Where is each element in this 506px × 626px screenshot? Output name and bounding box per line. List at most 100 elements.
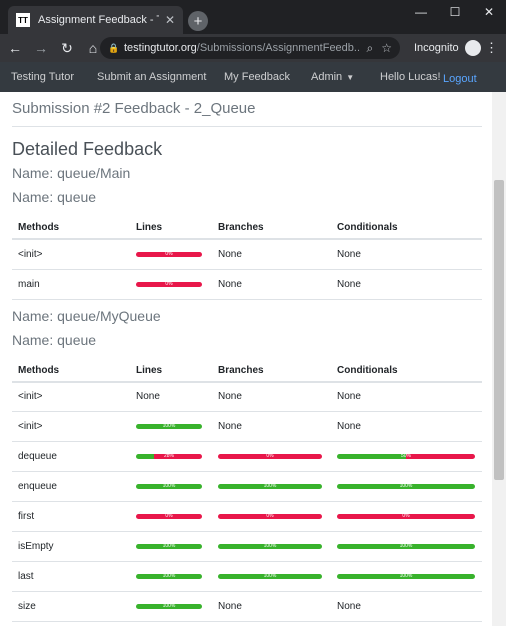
column-header-methods: Methods — [12, 359, 130, 383]
cell-lines: 100% — [130, 411, 212, 442]
nav-submit-assignment[interactable]: Submit an Assignment — [97, 71, 206, 83]
caret-down-icon: ▼ — [346, 73, 355, 82]
coverage-bar-lines: 0% — [136, 514, 202, 519]
coverage-bar-branches: 100% — [218, 574, 322, 579]
scrollbar[interactable] — [492, 92, 506, 626]
coverage-bar-lines: 100% — [136, 574, 202, 579]
coverage-percent: 100% — [263, 574, 277, 579]
coverage-table: Methods Lines Branches Conditionals <init> No… — [12, 359, 482, 622]
cell-branches: None — [212, 239, 331, 270]
browser-tab-bar: TT Assignment Feedback - Testing T ✕ + —… — [0, 0, 506, 34]
table-row: isEmpty 100% 100% 100% — [12, 531, 482, 562]
star-icon[interactable]: ☆ — [381, 41, 392, 55]
forward-icon[interactable]: → — [30, 37, 52, 59]
cell-conditionals: None — [331, 381, 482, 412]
nav-admin-label: Admin — [311, 71, 343, 83]
cell-branches: None — [212, 381, 331, 412]
method-name: last — [12, 561, 130, 592]
method-name: first — [12, 501, 130, 532]
maximize-icon[interactable]: ☐ — [438, 0, 472, 24]
coverage-percent: 0% — [266, 514, 274, 519]
coverage-bar-lines: 0% — [136, 251, 202, 257]
menu-icon[interactable]: ⋮ — [485, 40, 498, 56]
window-close-icon[interactable]: ✕ — [472, 0, 506, 24]
table-row: dequeue 28% 0% 50% — [12, 441, 482, 472]
zoom-icon[interactable]: ⌕ — [367, 41, 374, 56]
close-icon[interactable]: ✕ — [165, 13, 175, 27]
cell-conditionals: None — [331, 269, 482, 300]
coverage-percent: 100% — [162, 424, 176, 429]
cell-lines: 100% — [130, 561, 212, 592]
cell-branches: 100% — [212, 531, 331, 562]
coverage-percent: 50% — [400, 454, 411, 459]
coverage-table-body: <init> 0% None None main 0% None None — [12, 239, 482, 300]
coverage-table-head: Methods Lines Branches Conditionals — [12, 217, 482, 240]
cell-conditionals: 100% — [331, 471, 482, 502]
coverage-percent: 100% — [263, 544, 277, 549]
url-path: /Submissions/AssignmentFeedb... — [196, 42, 359, 54]
nav-brand[interactable]: Testing Tutor — [11, 71, 74, 83]
nav-logout[interactable]: Logout — [443, 73, 477, 85]
class-name: Name: queue — [12, 331, 97, 348]
cell-conditionals: 100% — [331, 531, 482, 562]
cell-branches: 100% — [212, 471, 331, 502]
coverage-percent: 0% — [266, 454, 274, 459]
coverage-bar-lines: 100% — [136, 544, 202, 549]
coverage-percent: 100% — [399, 574, 413, 579]
table-row: enqueue 100% 100% 100% — [12, 471, 482, 502]
nav-admin-dropdown[interactable]: Admin ▼ — [311, 71, 354, 83]
coverage-table: Methods Lines Branches Conditionals <init> 0%… — [12, 217, 482, 300]
divider — [12, 126, 482, 127]
class-file-name: Name: queue/MyQueue — [12, 307, 161, 324]
detailed-feedback-heading: Detailed Feedback — [12, 139, 163, 159]
new-tab-button[interactable]: + — [188, 11, 208, 31]
header-row: Methods Lines Branches Conditionals — [12, 359, 482, 383]
main-content: Submission #2 Feedback - 2_Queue Detaile… — [0, 92, 492, 626]
coverage-bar-conditionals: 0% — [337, 514, 475, 519]
browser-toolbar: ← → ↻ ⌂ 🔒 testingtutor.org /Submissions/… — [0, 34, 506, 62]
submission-title: Submission #2 Feedback - 2_Queue — [12, 100, 256, 117]
column-header-conditionals: Conditionals — [331, 359, 482, 383]
reload-icon[interactable]: ↻ — [56, 37, 78, 59]
incognito-label: Incognito — [414, 42, 459, 54]
cell-conditionals: 0% — [331, 501, 482, 532]
table-row: <init> None None None — [12, 381, 482, 412]
class-name: Name: queue — [12, 189, 97, 205]
coverage-bar-branches: 100% — [218, 544, 322, 549]
minimize-icon[interactable]: — — [404, 0, 438, 24]
coverage-percent: 100% — [162, 484, 176, 489]
table-row: first 0% 0% 0% — [12, 501, 482, 532]
coverage-percent: 100% — [399, 484, 413, 489]
cell-lines: 28% — [130, 441, 212, 472]
method-name: size — [12, 591, 130, 622]
method-name: <init> — [12, 381, 130, 412]
cell-branches: 0% — [212, 501, 331, 532]
coverage-bar-conditionals: 100% — [337, 574, 475, 579]
table-row: <init> 0% None None — [12, 239, 482, 270]
coverage-bar-conditionals: 100% — [337, 544, 475, 549]
coverage-percent: 0% — [402, 514, 410, 519]
coverage-percent: 100% — [162, 544, 176, 549]
column-header-branches: Branches — [212, 217, 331, 240]
cell-branches: 100% — [212, 561, 331, 592]
method-name: dequeue — [12, 441, 130, 472]
incognito-indicator[interactable]: Incognito — [414, 40, 481, 56]
table-row: main 0% None None — [12, 269, 482, 300]
column-header-conditionals: Conditionals — [331, 217, 482, 240]
coverage-percent: 28% — [163, 454, 174, 459]
back-icon[interactable]: ← — [4, 37, 26, 59]
coverage-bar-lines: 100% — [136, 424, 202, 429]
nav-my-feedback[interactable]: My Feedback — [224, 71, 290, 83]
class-sections: Name: queue/Main Name: queue Methods Lines B… — [12, 163, 492, 622]
header-row: Methods Lines Branches Conditionals — [12, 217, 482, 240]
method-name: <init> — [12, 239, 130, 270]
cell-conditionals: None — [331, 411, 482, 442]
cell-conditionals: None — [331, 239, 482, 270]
lock-icon: 🔒 — [108, 42, 120, 53]
scroll-thumb[interactable] — [494, 180, 504, 480]
cell-lines: 0% — [130, 239, 212, 270]
address-bar[interactable]: 🔒 testingtutor.org /Submissions/Assignme… — [100, 37, 400, 59]
method-name: <init> — [12, 411, 130, 442]
coverage-percent: 100% — [162, 604, 176, 609]
browser-tab[interactable]: TT Assignment Feedback - Testing T ✕ — [8, 6, 183, 34]
